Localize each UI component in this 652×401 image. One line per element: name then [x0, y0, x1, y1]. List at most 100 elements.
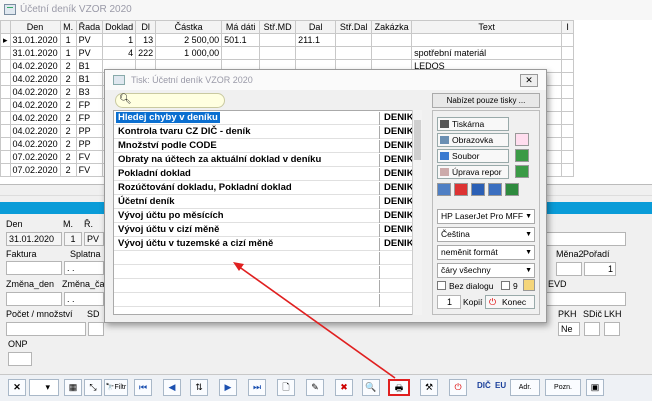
table-cell[interactable]: B1: [75, 59, 104, 73]
table-cell[interactable]: [561, 124, 575, 138]
table-cell[interactable]: 31.01.2020: [9, 33, 61, 47]
table-cell[interactable]: [0, 150, 11, 164]
table-cell[interactable]: PV: [75, 46, 104, 60]
pocet-field[interactable]: [6, 322, 86, 336]
table-cell[interactable]: [0, 72, 11, 86]
onp-field[interactable]: [8, 352, 32, 366]
table-cell[interactable]: B3: [75, 85, 104, 99]
report-list-item[interactable]: Vývoj účtu v cizí měně DENIK: [114, 223, 419, 237]
edit-report-button[interactable]: Úprava repor: [437, 165, 509, 179]
grid-column-header[interactable]: Částka: [155, 20, 223, 34]
table-cell[interactable]: 1: [59, 46, 77, 60]
table-cell[interactable]: 07.02.2020: [9, 150, 61, 164]
table-cell[interactable]: 1: [59, 33, 77, 47]
empty-list-row[interactable]: [114, 293, 419, 307]
excel-icon[interactable]: [515, 149, 529, 162]
empty-list-row[interactable]: [114, 279, 419, 293]
table-cell[interactable]: [295, 46, 337, 60]
empty-list-row[interactable]: [114, 251, 419, 265]
filter-button[interactable]: 🔭Filtr: [104, 379, 128, 396]
zmena-den-field[interactable]: [6, 292, 62, 306]
table-cell[interactable]: [0, 98, 11, 112]
table-cell[interactable]: [371, 46, 413, 60]
screen-button[interactable]: Obrazovka: [437, 133, 509, 147]
copies-input[interactable]: 1: [437, 295, 461, 309]
pozn-button[interactable]: Pozn.: [545, 379, 581, 396]
sdic-field[interactable]: [584, 322, 600, 336]
table-cell[interactable]: [561, 150, 575, 164]
table-cell[interactable]: [0, 46, 11, 60]
pdf-small-icon[interactable]: [515, 133, 529, 146]
table-cell[interactable]: [561, 163, 575, 177]
table-cell[interactable]: FV: [75, 163, 104, 177]
report-list-item[interactable]: Vývoj účtu po měsících DENIK: [114, 209, 419, 223]
grid-column-header[interactable]: Má dáti: [221, 20, 261, 34]
edit-icon[interactable]: ✎: [306, 379, 324, 396]
table-cell[interactable]: PP: [75, 124, 104, 138]
faktura-field[interactable]: [6, 261, 62, 275]
report-list-item[interactable]: Rozúčtování dokladu, Pokladní doklad DENI…: [114, 181, 419, 195]
grid-column-header[interactable]: Text: [411, 20, 563, 34]
toolbar-combo[interactable]: ▾: [29, 379, 59, 396]
prev-record-icon[interactable]: ◀: [163, 379, 181, 396]
table-cell[interactable]: [0, 124, 11, 138]
table-cell[interactable]: 07.02.2020: [9, 163, 61, 177]
table-cell[interactable]: PV: [75, 33, 104, 47]
table-format-icon[interactable]: [437, 183, 451, 196]
table-cell[interactable]: [561, 137, 575, 151]
report-list-item[interactable]: Pokladní doklad DENIK: [114, 167, 419, 181]
grid-column-header[interactable]: Stř.MD: [259, 20, 297, 34]
table-cell[interactable]: [411, 33, 563, 47]
table-cell[interactable]: [561, 72, 575, 86]
file-button[interactable]: Soubor: [437, 149, 509, 163]
table-cell[interactable]: [371, 33, 413, 47]
table-cell[interactable]: [335, 46, 373, 60]
delete-icon[interactable]: ✖: [335, 379, 353, 396]
m-field[interactable]: 1: [64, 232, 82, 246]
poradi-field[interactable]: 1: [584, 262, 616, 276]
table-cell[interactable]: 2: [59, 111, 77, 125]
printer-button[interactable]: Tiskárna: [437, 117, 509, 131]
grid-column-header[interactable]: Stř.Dal: [335, 20, 373, 34]
grid-column-header[interactable]: M.: [59, 20, 77, 34]
table-cell[interactable]: ▸: [0, 33, 11, 47]
table-cell[interactable]: [259, 33, 297, 47]
grid-column-header[interactable]: Dal: [295, 20, 337, 34]
table-cell[interactable]: FP: [75, 111, 104, 125]
table-cell[interactable]: 13: [135, 33, 157, 47]
grid-column-header[interactable]: [0, 20, 11, 34]
sort-icon[interactable]: ⇅: [190, 379, 208, 396]
splatna-field[interactable]: . .: [64, 261, 104, 275]
table-cell[interactable]: B1: [75, 72, 104, 86]
grid-column-header[interactable]: Řada: [75, 20, 104, 34]
last-record-icon[interactable]: ⏭: [248, 379, 266, 396]
scroll-thumb[interactable]: [414, 120, 421, 160]
dic-button[interactable]: DIČ: [477, 381, 491, 390]
eu-button[interactable]: EU: [495, 381, 506, 390]
end-button[interactable]: ⏻ Konec: [485, 295, 535, 309]
table-cell[interactable]: 1 000,00: [155, 46, 223, 60]
adr-button[interactable]: Adr.: [510, 379, 540, 396]
settings-icon[interactable]: [523, 279, 535, 291]
report-list-item[interactable]: Účetní deník DENIK: [114, 195, 419, 209]
table-row[interactable]: ▸ 31.01.2020 1 PV 1 13 2 500,00 501.1 211.1: [0, 33, 575, 47]
table-cell[interactable]: 04.02.2020: [9, 111, 61, 125]
misc-icon[interactable]: ▣: [586, 379, 604, 396]
table-cell[interactable]: 2: [59, 59, 77, 73]
table-cell[interactable]: [561, 98, 575, 112]
sd-field[interactable]: [88, 322, 104, 336]
report-list-item[interactable]: Vývoj účtu v tuzemské a cizí měně DENIK: [114, 237, 419, 251]
no-dialog-checkbox[interactable]: [437, 281, 446, 290]
table-cell[interactable]: 2: [59, 124, 77, 138]
report-list-item[interactable]: Množství podle CODE DENIK: [114, 139, 419, 153]
table-cell[interactable]: [561, 111, 575, 125]
report-list-item[interactable]: Hledej chyby v deníku DENIK: [114, 111, 419, 125]
table-cell[interactable]: FP: [75, 98, 104, 112]
next-record-icon[interactable]: ▶: [219, 379, 237, 396]
table-cell[interactable]: 04.02.2020: [9, 85, 61, 99]
table-cell[interactable]: 2: [59, 137, 77, 151]
table-cell[interactable]: spotřební materiál: [411, 46, 563, 60]
table-cell[interactable]: [259, 46, 297, 60]
pdf-icon[interactable]: [454, 183, 468, 196]
table-cell[interactable]: 04.02.2020: [9, 72, 61, 86]
